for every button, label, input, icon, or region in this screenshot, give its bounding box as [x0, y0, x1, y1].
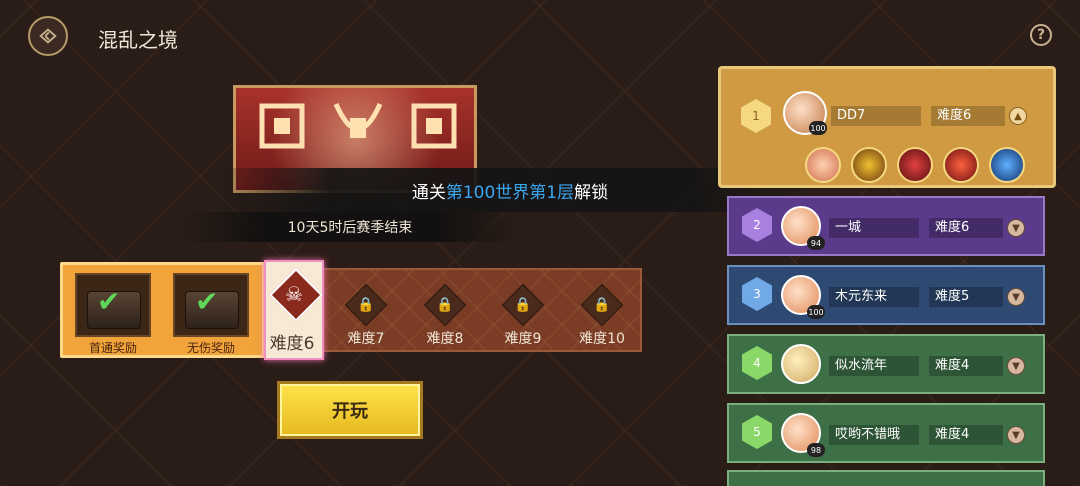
- unlock-highlight: 第100世界第1层: [445, 182, 575, 203]
- difficulty-selector: 🔒 难度7 🔒 难度8 🔒 难度9 🔒 难度10: [312, 268, 642, 352]
- boss-mask-icon: [259, 103, 305, 149]
- player-difficulty: 难度4: [929, 356, 1003, 376]
- rank-badge: 1: [741, 99, 771, 133]
- player-name: DD7: [831, 106, 921, 126]
- hero-avatar: [851, 147, 887, 183]
- difficulty-9[interactable]: 🔒 难度9: [483, 270, 563, 350]
- lock-icon: 🔒: [344, 283, 388, 327]
- boss-face-icon: [333, 102, 383, 138]
- chevron-down-icon[interactable]: ▼: [1007, 288, 1025, 306]
- boss-mask-icon: [411, 103, 457, 149]
- chevron-down-icon[interactable]: ▼: [1007, 219, 1025, 237]
- rank-badge: 3: [742, 277, 772, 311]
- player-difficulty: 难度5: [929, 287, 1003, 307]
- difficulty-7[interactable]: 🔒 难度7: [326, 270, 406, 350]
- unlock-prefix: 通关: [411, 182, 446, 203]
- season-timer: 10天5时后赛季结束: [180, 212, 520, 242]
- leaderboard-row-1[interactable]: 1 100 DD7 难度6 ▲: [718, 66, 1056, 188]
- no-damage-reward[interactable]: ✔: [173, 273, 249, 337]
- leaderboard-row-4[interactable]: 4 似水流年 难度4 ▼: [727, 334, 1045, 394]
- hero-avatar: [805, 147, 841, 183]
- play-button[interactable]: 开玩: [277, 381, 423, 439]
- player-name: 哎哟不错哦: [829, 425, 919, 445]
- avatar: [781, 344, 821, 384]
- chevron-up-icon[interactable]: ▲: [1009, 107, 1027, 125]
- hero-avatar: [943, 147, 979, 183]
- rank-badge: 2: [742, 208, 772, 242]
- help-icon[interactable]: ?: [1030, 24, 1052, 46]
- leaderboard-row-3[interactable]: 3 100 木元东来 难度5 ▼: [727, 265, 1045, 325]
- back-button[interactable]: [28, 16, 68, 56]
- rewards-panel: ✔ 首通奖励 ✔ 无伤奖励: [60, 262, 265, 358]
- level-badge: 100: [807, 305, 825, 319]
- unlock-suffix: 解锁: [574, 182, 609, 203]
- lock-icon: 🔒: [580, 283, 624, 327]
- page-title: 混乱之境: [98, 28, 178, 52]
- difficulty-current-label: 难度6: [269, 334, 315, 354]
- player-difficulty: 难度6: [929, 218, 1003, 238]
- check-icon: ✔: [97, 285, 121, 318]
- lock-icon: 🔒: [423, 283, 467, 327]
- leaderboard-row-6[interactable]: [727, 470, 1045, 486]
- difficulty-8[interactable]: 🔒 难度8: [405, 270, 485, 350]
- first-clear-reward[interactable]: ✔: [75, 273, 151, 337]
- check-icon: ✔: [195, 285, 219, 318]
- lock-icon: 🔒: [501, 283, 545, 327]
- player-name: 一城: [829, 218, 919, 238]
- chevron-down-icon[interactable]: ▼: [1007, 357, 1025, 375]
- reward-label: 首通奖励: [88, 341, 137, 355]
- level-badge: 98: [807, 443, 825, 457]
- rank-badge: 5: [742, 415, 772, 449]
- rank-badge: 4: [742, 346, 772, 380]
- hero-avatar: [897, 147, 933, 183]
- difficulty-current[interactable]: ☠ 难度6: [264, 260, 324, 360]
- player-name: 似水流年: [829, 356, 919, 376]
- level-badge: 94: [807, 236, 825, 250]
- player-difficulty: 难度6: [931, 106, 1005, 126]
- difficulty-10[interactable]: 🔒 难度10: [562, 270, 642, 350]
- level-badge: 100: [809, 121, 827, 135]
- hero-avatar: [989, 147, 1025, 183]
- skull-icon: ☠: [285, 282, 303, 306]
- back-arrow-icon: [39, 28, 57, 44]
- player-name: 木元东来: [829, 287, 919, 307]
- reward-label: 无伤奖励: [186, 341, 235, 355]
- leaderboard-row-5[interactable]: 5 98 哎哟不错哦 难度4 ▼: [727, 403, 1045, 463]
- player-difficulty: 难度4: [929, 425, 1003, 445]
- chevron-down-icon[interactable]: ▼: [1007, 426, 1025, 444]
- leaderboard-row-2[interactable]: 2 94 一城 难度6 ▼: [727, 196, 1045, 256]
